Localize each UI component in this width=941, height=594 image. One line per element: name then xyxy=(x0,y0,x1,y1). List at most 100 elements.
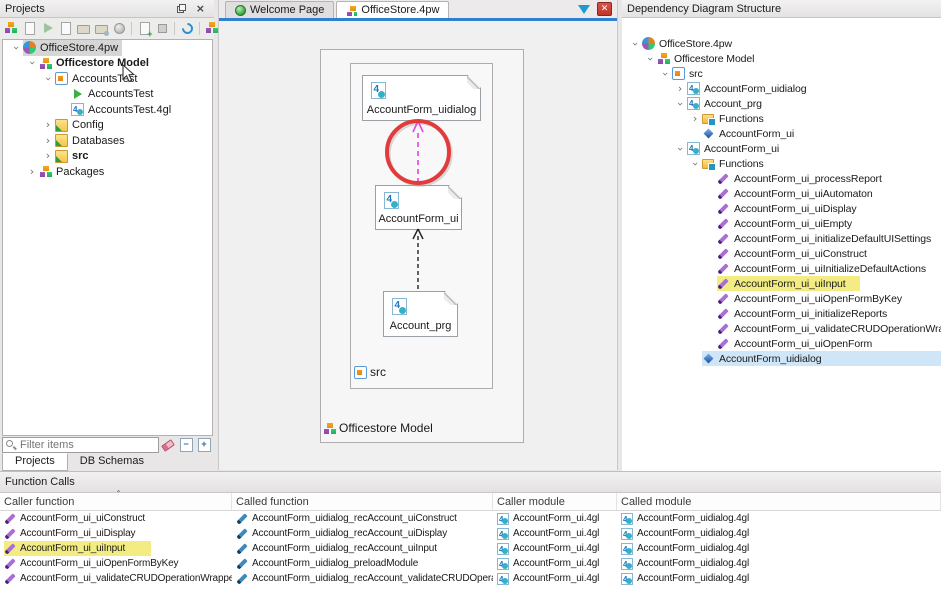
function-call-row[interactable]: AccountForm_ui_validateCRUDOperationWrap… xyxy=(0,571,941,586)
tree-item[interactable]: AccountForm_ui_uiInput xyxy=(622,276,941,291)
collapse-icon[interactable]: › xyxy=(41,72,55,86)
column-header-caller-function[interactable]: Caller function ˆ xyxy=(0,493,232,510)
column-header-caller-module[interactable]: Caller module xyxy=(493,493,617,510)
collapse-all-icon: − xyxy=(180,438,193,452)
tree-item[interactable]: AccountForm_ui_uiOpenForm xyxy=(622,336,941,351)
collapse-icon[interactable]: › xyxy=(628,37,642,51)
diagram-canvas[interactable]: src Officestore Model AccountForm_uidial… xyxy=(219,21,617,470)
collapse-icon[interactable]: › xyxy=(643,52,657,66)
tree-item[interactable]: › src xyxy=(3,149,212,165)
tree-item[interactable]: ›src xyxy=(622,66,941,81)
expand-icon[interactable]: › xyxy=(673,82,687,96)
tree-item[interactable]: AccountsTest xyxy=(3,87,212,103)
tree-item[interactable]: AccountForm_ui_initializeDefaultUISettin… xyxy=(622,231,941,246)
clear-filter-button[interactable] xyxy=(159,437,177,453)
float-panel-icon[interactable] xyxy=(177,4,186,13)
file-4gl-icon xyxy=(497,513,509,525)
tree-item[interactable]: ›AccountForm_ui xyxy=(622,141,941,156)
folder-functions-icon xyxy=(702,112,715,125)
tree-item[interactable]: AccountForm_ui_processReport xyxy=(622,171,941,186)
tree-item[interactable]: AccountForm_ui_uiOpenFormByKey xyxy=(622,291,941,306)
tree-item[interactable]: ›Functions xyxy=(622,111,941,126)
column-header-called-function[interactable]: Called function xyxy=(232,493,493,510)
tab-projects[interactable]: Projects xyxy=(2,453,68,471)
expand-icon[interactable]: › xyxy=(41,134,55,148)
close-panel-icon[interactable]: × xyxy=(196,3,205,14)
sphere-toolbar-icon[interactable] xyxy=(112,21,127,36)
collapse-icon[interactable]: › xyxy=(9,41,23,55)
tree-item[interactable]: ›Officestore Model xyxy=(622,51,941,66)
function-call-row[interactable]: AccountForm_ui_uiOpenFormByKeyAccountFor… xyxy=(0,556,941,571)
tree-item[interactable]: ›OfficeStore.4pw xyxy=(3,40,212,56)
tab-db-schemas[interactable]: DB Schemas xyxy=(68,454,156,471)
expand-icon[interactable]: › xyxy=(25,165,39,179)
tab-list-dropdown-icon[interactable] xyxy=(578,5,590,14)
page-plus-toolbar-icon[interactable] xyxy=(137,21,152,36)
expand-icon[interactable]: › xyxy=(41,118,55,132)
function-call-row[interactable]: AccountForm_ui_uiDisplayAccountForm_uidi… xyxy=(0,526,941,541)
pen-blue-icon xyxy=(236,558,248,570)
cube-toolbar-icon[interactable] xyxy=(155,21,170,36)
node-accountform-uidialog[interactable]: AccountForm_uidialog xyxy=(362,75,481,121)
tree-item[interactable]: AccountForm_ui_uiEmpty xyxy=(622,216,941,231)
tree-item[interactable]: ›Functions xyxy=(622,156,941,171)
collapse-icon[interactable]: › xyxy=(25,56,39,70)
function-call-row[interactable]: AccountForm_ui_uiInputAccountForm_uidial… xyxy=(0,541,941,556)
function-calls-titlebar: Function Calls xyxy=(0,472,941,493)
node-accountform-ui[interactable]: AccountForm_ui xyxy=(375,185,462,230)
folder-g-toolbar-icon[interactable] xyxy=(76,21,91,36)
tree-item-content: AccountForm_ui_uiInitializeDefaultAction… xyxy=(717,261,930,276)
model-blocks-toolbar-icon[interactable] xyxy=(4,21,19,36)
tree-item[interactable]: ›Officestore Model xyxy=(3,56,212,72)
diamond-blue-icon xyxy=(702,127,715,140)
4gl-file-icon xyxy=(371,82,386,99)
tree-item[interactable]: AccountForm_ui_uiConstruct xyxy=(622,246,941,261)
column-header-called-module[interactable]: Called module xyxy=(617,493,941,510)
tree-item-label: AccountForm_ui xyxy=(719,128,794,140)
tree-item[interactable]: AccountForm_uidialog xyxy=(622,351,941,366)
tree-item[interactable]: AccountForm_ui_initializeReports xyxy=(622,306,941,321)
tree-item[interactable]: AccountForm_ui_uiAutomaton xyxy=(622,186,941,201)
expand-all-icon: + xyxy=(198,438,211,452)
structure-panel-title: Dependency Diagram Structure xyxy=(627,3,781,15)
filter-input[interactable] xyxy=(2,437,159,453)
cell-text: AccountForm_uidialog.4gl xyxy=(637,558,749,569)
collapse-icon[interactable]: › xyxy=(688,157,702,171)
tree-item[interactable]: ›Packages xyxy=(3,164,212,180)
node-account-prg[interactable]: Account_prg xyxy=(383,291,458,337)
tree-item[interactable]: ›AccountForm_uidialog xyxy=(622,81,941,96)
collapse-all-button[interactable]: − xyxy=(177,437,195,453)
page-x-toolbar-icon[interactable] xyxy=(58,21,73,36)
tree-item[interactable]: AccountForm_ui_uiInitializeDefaultAction… xyxy=(622,261,941,276)
expand-all-button[interactable]: + xyxy=(195,437,213,453)
tree-item[interactable]: ›OfficeStore.4pw xyxy=(622,36,941,51)
pen-purple-icon xyxy=(717,322,730,335)
folder-go-toolbar-icon[interactable] xyxy=(94,21,109,36)
tree-item[interactable]: AccountForm_ui_validateCRUDOperationWrap… xyxy=(622,321,941,336)
cell-text: AccountForm_uidialog_recAccount_validate… xyxy=(252,573,493,584)
collapse-icon[interactable]: › xyxy=(673,142,687,156)
pen-purple-icon xyxy=(4,573,16,585)
tree-item[interactable]: ›AccountsTest xyxy=(3,71,212,87)
page-toolbar-icon[interactable] xyxy=(22,21,37,36)
cell-text: AccountForm_uidialog_recAccount_uiDispla… xyxy=(252,528,447,539)
app-box-icon xyxy=(672,67,685,80)
tab-welcome-page[interactable]: Welcome Page xyxy=(225,1,334,18)
tree-item[interactable]: AccountForm_ui_uiDisplay xyxy=(622,201,941,216)
tree-item[interactable]: ›Config xyxy=(3,118,212,134)
collapse-icon[interactable]: › xyxy=(673,97,687,111)
tree-item[interactable]: AccountForm_ui xyxy=(622,126,941,141)
src-icon xyxy=(354,366,367,379)
close-tab-icon[interactable]: ✕ xyxy=(597,2,612,16)
collapse-icon[interactable]: › xyxy=(658,67,672,81)
tab-officestore-4pw[interactable]: OfficeStore.4pw xyxy=(336,1,449,18)
tree-item-label: src xyxy=(72,150,89,162)
play-toolbar-icon[interactable] xyxy=(40,21,55,36)
tree-item[interactable]: ›Account_prg xyxy=(622,96,941,111)
refresh-toolbar-icon[interactable] xyxy=(180,21,195,36)
function-call-row[interactable]: AccountForm_ui_uiConstructAccountForm_ui… xyxy=(0,511,941,526)
tree-item[interactable]: AccountsTest.4gl xyxy=(3,102,212,118)
expand-icon[interactable]: › xyxy=(41,149,55,163)
tree-item[interactable]: ›Databases xyxy=(3,133,212,149)
expand-icon[interactable]: › xyxy=(688,112,702,126)
